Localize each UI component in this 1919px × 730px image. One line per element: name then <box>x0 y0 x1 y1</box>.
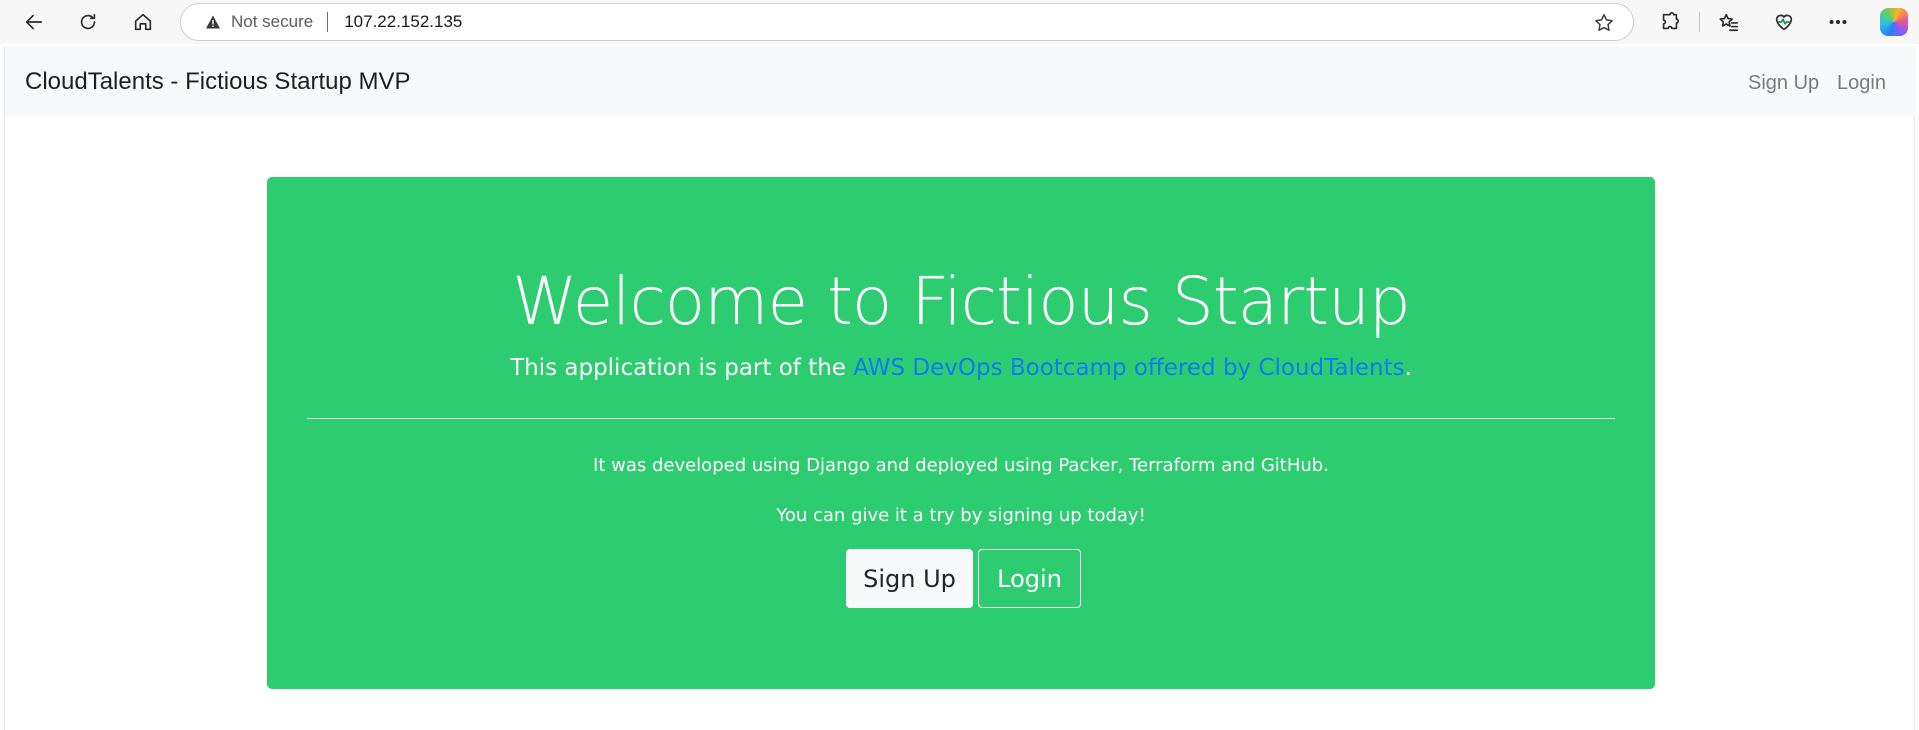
star-icon[interactable] <box>1593 12 1615 34</box>
back-arrow-icon <box>25 14 43 30</box>
favorites-button[interactable] <box>1711 4 1747 40</box>
heart-pulse-icon <box>1775 14 1793 31</box>
extensions-button[interactable] <box>1652 4 1688 40</box>
home-icon <box>134 13 152 31</box>
back-button[interactable] <box>16 4 52 40</box>
try-it-paragraph: You can give it a try by signing up toda… <box>776 505 1146 526</box>
welcome-heading: Welcome to Fictious Startup <box>512 263 1411 340</box>
puzzle-icon <box>1662 12 1680 30</box>
url-text[interactable]: 107.22.152.135 <box>344 12 462 32</box>
home-button[interactable] <box>125 4 161 40</box>
nav-login-link[interactable]: Login <box>1837 72 1886 95</box>
lead-text: This application is part of the AWS DevO… <box>267 355 1655 381</box>
divider <box>307 418 1615 419</box>
lead-prefix: This application is part of the <box>510 355 854 381</box>
more-dots-icon <box>1829 19 1847 25</box>
refresh-button[interactable] <box>70 4 106 40</box>
login-button[interactable]: Login <box>978 549 1081 608</box>
copilot-icon[interactable] <box>1880 8 1908 36</box>
signup-button[interactable]: Sign Up <box>846 549 973 608</box>
toolbar-divider <box>1699 12 1700 32</box>
browser-toolbar: Not secure 107.22.152.135 <box>0 0 1919 44</box>
performance-button[interactable] <box>1766 4 1802 40</box>
lead-suffix: . <box>1404 355 1412 381</box>
address-separator <box>327 12 329 32</box>
welcome-jumbotron: Welcome to Fictious Startup This applica… <box>267 177 1655 689</box>
development-paragraph: It was developed using Django and deploy… <box>593 455 1329 476</box>
address-bar[interactable]: Not secure 107.22.152.135 <box>180 3 1634 41</box>
favorites-icon <box>1719 13 1739 32</box>
more-menu-button[interactable] <box>1820 4 1856 40</box>
site-navbar: CloudTalents - Fictious Startup MVP Sign… <box>5 46 1916 117</box>
navbar-brand[interactable]: CloudTalents - Fictious Startup MVP <box>25 68 411 96</box>
web-page: CloudTalents - Fictious Startup MVP Sign… <box>4 46 1916 730</box>
bootcamp-link[interactable]: AWS DevOps Bootcamp offered by CloudTale… <box>853 355 1404 381</box>
nav-signup-link[interactable]: Sign Up <box>1748 72 1819 95</box>
warning-icon <box>205 14 221 30</box>
security-status[interactable]: Not secure <box>231 12 313 32</box>
refresh-icon <box>80 13 96 30</box>
